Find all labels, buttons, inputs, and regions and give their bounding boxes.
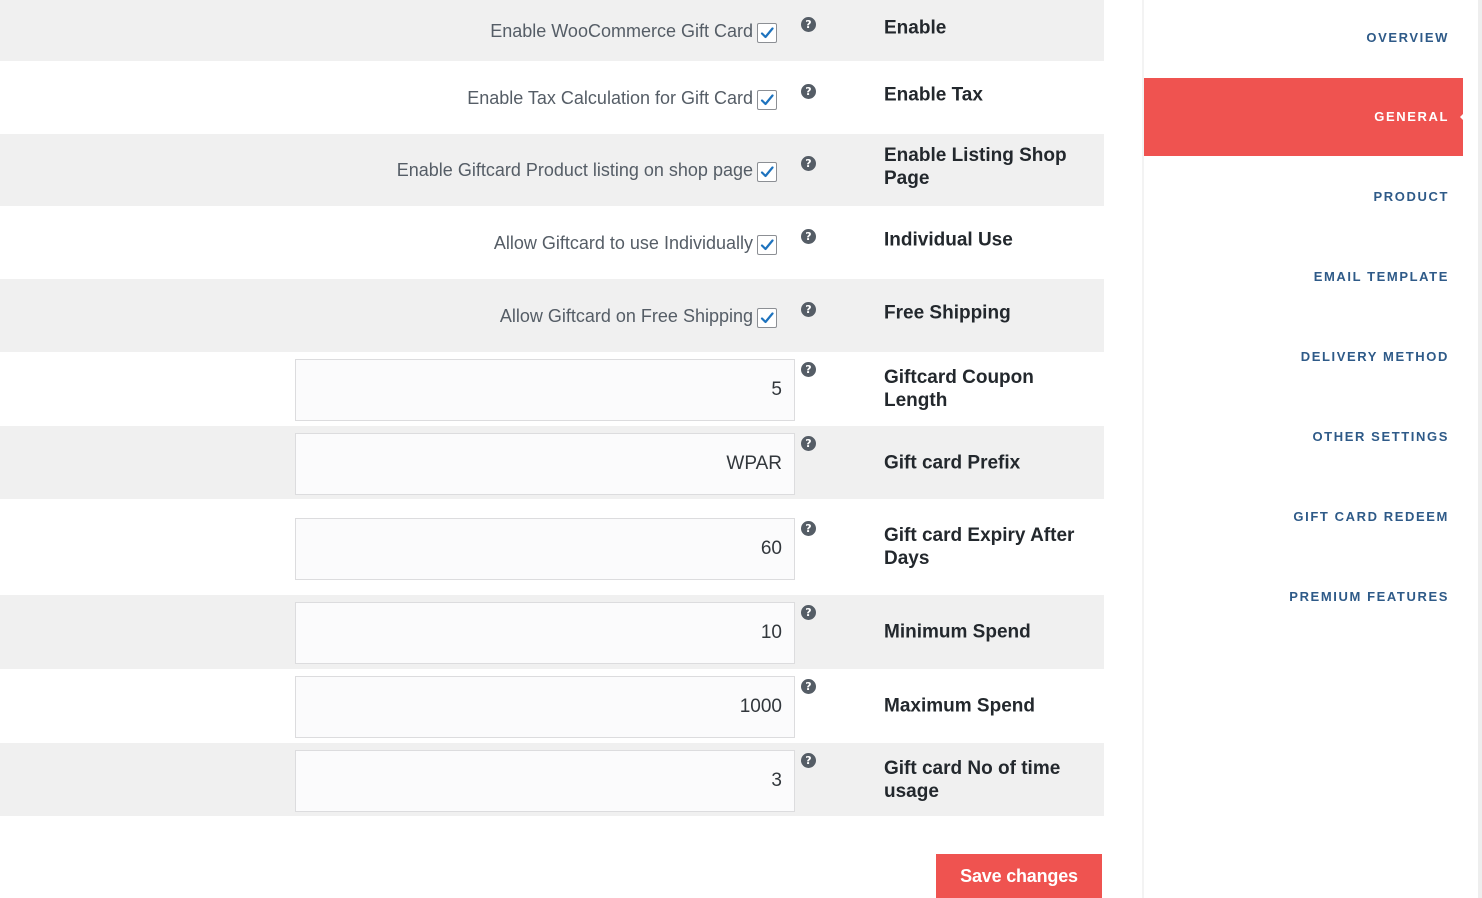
scrollbar-track[interactable] (1478, 0, 1482, 898)
checkmark-icon (760, 166, 774, 178)
side-nav-border (1142, 0, 1144, 898)
enable-tax-description: Enable Tax Calculation for Gift Card (467, 87, 753, 108)
settings-row-maximum-spend: ? Maximum Spend (0, 669, 1104, 743)
nav-item-product[interactable]: PRODUCT (1142, 189, 1463, 205)
nav-item-delivery-method[interactable]: DELIVERY METHOD (1142, 349, 1463, 365)
settings-row-usage-count: ? Gift card No of time usage (0, 743, 1104, 816)
nav-item-gift-card-redeem[interactable]: GIFT CARD REDEEM (1142, 509, 1463, 525)
general-settings-table: Enable WooCommerce Gift Card ? Enable En… (0, 0, 1104, 816)
help-icon[interactable]: ? (801, 605, 816, 620)
help-icon[interactable]: ? (801, 753, 816, 768)
maximum-spend-label: Maximum Spend (884, 695, 1035, 717)
minimum-spend-input[interactable] (295, 602, 795, 664)
individual-use-label: Individual Use (884, 229, 1013, 250)
individual-use-checkbox[interactable] (757, 234, 777, 255)
settings-row-expiry-days: ? Gift card Expiry After Days (0, 499, 1104, 595)
nav-item-other-settings[interactable]: OTHER SETTINGS (1142, 429, 1463, 445)
help-icon[interactable]: ? (801, 156, 816, 171)
help-icon[interactable]: ? (801, 679, 816, 694)
settings-side-nav: OVERVIEW GENERAL PRODUCT EMAIL TEMPLATE … (1142, 0, 1464, 898)
help-icon[interactable]: ? (801, 362, 816, 377)
checkmark-icon (760, 238, 774, 250)
coupon-length-label: Giftcard Coupon Length (884, 367, 1034, 411)
help-icon[interactable]: ? (801, 436, 816, 451)
enable-description: Enable WooCommerce Gift Card (490, 20, 753, 41)
settings-row-coupon-length: ? Giftcard Coupon Length (0, 352, 1104, 426)
nav-item-premium-features[interactable]: PREMIUM FEATURES (1142, 589, 1463, 605)
settings-row-enable-tax: Enable Tax Calculation for Gift Card ? E… (0, 61, 1104, 134)
usage-count-input[interactable] (295, 750, 795, 812)
listing-shop-page-description: Enable Giftcard Product listing on shop … (396, 160, 753, 180)
enable-tax-label: Enable Tax (884, 84, 983, 105)
help-icon[interactable]: ? (801, 301, 816, 317)
individual-use-description: Allow Giftcard to use Individually (493, 232, 753, 253)
enable-checkbox[interactable] (757, 22, 777, 43)
maximum-spend-input[interactable] (295, 676, 795, 738)
prefix-label: Gift card Prefix (884, 452, 1021, 473)
prefix-input[interactable] (295, 433, 795, 495)
free-shipping-label: Free Shipping (884, 302, 1011, 323)
free-shipping-description: Allow Giftcard on Free Shipping (499, 305, 753, 326)
enable-tax-checkbox[interactable] (757, 89, 777, 110)
save-changes-button[interactable]: Save changes (936, 854, 1102, 898)
nav-item-email-template[interactable]: EMAIL TEMPLATE (1142, 269, 1463, 285)
settings-page: Enable WooCommerce Gift Card ? Enable En… (0, 0, 1482, 898)
nav-item-general[interactable]: GENERAL (1142, 78, 1464, 156)
settings-row-enable: Enable WooCommerce Gift Card ? Enable (0, 0, 1104, 61)
free-shipping-checkbox[interactable] (757, 307, 777, 328)
nav-item-overview[interactable]: OVERVIEW (1142, 30, 1463, 46)
listing-shop-page-label: Enable Listing Shop Page (884, 145, 1067, 189)
usage-count-label: Gift card No of time usage (884, 757, 1061, 802)
listing-shop-page-checkbox[interactable] (757, 162, 777, 182)
coupon-length-input[interactable] (295, 359, 795, 421)
checkmark-icon (760, 26, 774, 38)
help-icon[interactable]: ? (801, 83, 816, 99)
settings-row-minimum-spend: ? Minimum Spend (0, 595, 1104, 669)
checkmark-icon (760, 311, 774, 323)
help-icon[interactable]: ? (801, 16, 816, 32)
minimum-spend-label: Minimum Spend (884, 621, 1031, 643)
settings-row-prefix: ? Gift card Prefix (0, 426, 1104, 499)
enable-label: Enable (884, 17, 947, 38)
help-icon[interactable]: ? (801, 228, 816, 244)
settings-row-listing-shop-page: Enable Giftcard Product listing on shop … (0, 134, 1104, 206)
checkmark-icon (760, 93, 774, 105)
expiry-days-input[interactable] (295, 518, 795, 580)
settings-row-free-shipping: Allow Giftcard on Free Shipping ? Free S… (0, 279, 1104, 352)
expiry-days-label: Gift card Expiry After Days (884, 525, 1075, 569)
settings-row-individual-use: Allow Giftcard to use Individually ? Ind… (0, 206, 1104, 279)
help-icon[interactable]: ? (801, 521, 816, 536)
